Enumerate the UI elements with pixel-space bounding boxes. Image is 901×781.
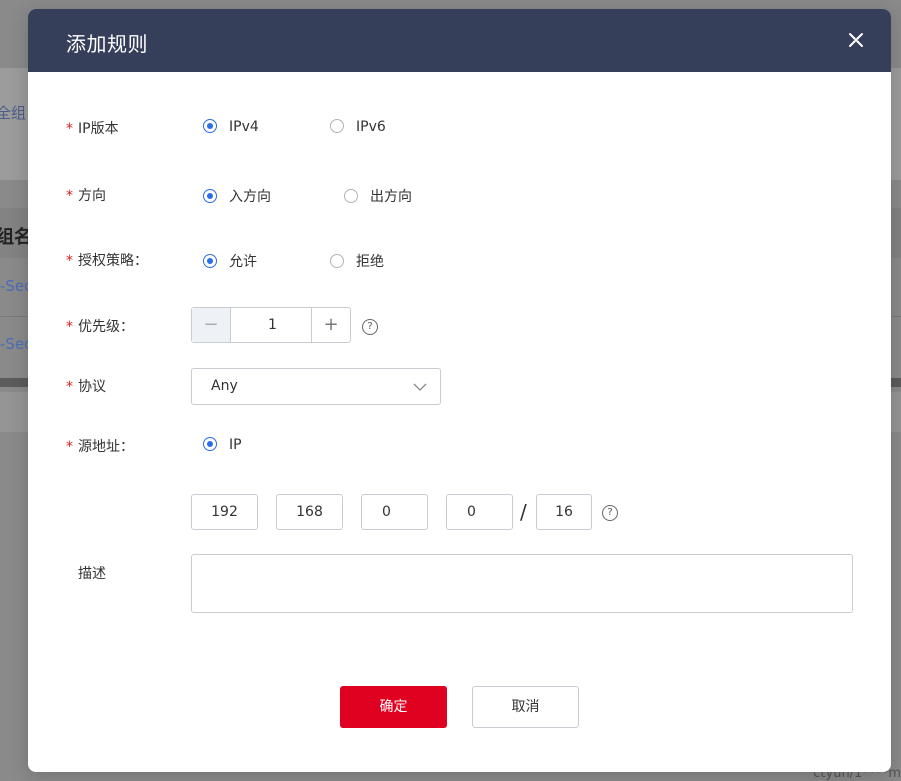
direction-label: * 方向 [66,188,106,204]
help-icon[interactable]: ? [362,319,378,335]
priority-label: * 优先级： [66,319,134,335]
protocol-label: * 协议 [66,379,106,395]
description-textarea[interactable] [191,554,853,613]
required-mark: * [66,319,73,335]
ip-octet-1-input[interactable]: 192 [191,494,258,530]
source-ip-radio[interactable]: IP [203,437,242,453]
add-rule-dialog: 添加规则 * IP版本 IPv4 IPv6 * 方向 入方向 出方向 * 授权策略： … [28,9,891,772]
policy-allow-radio[interactable]: 允许 [203,251,257,271]
ip-octet-2-input[interactable]: 168 [276,494,343,530]
background-tab-fragment: 全组 [0,104,27,122]
policy-deny-radio[interactable]: 拒绝 [330,251,384,271]
policy-label: * 授权策略： [66,253,148,269]
mask-separator: / [520,500,527,524]
radio-checked-icon [203,119,217,133]
radio-label: IP [229,437,242,453]
confirm-button[interactable]: 确定 [340,686,447,728]
protocol-select[interactable]: Any [191,368,441,405]
increment-button[interactable]: + [311,308,350,342]
required-mark: * [66,121,73,137]
required-mark: * [66,253,73,269]
description-label: 描述 [78,566,106,582]
ip-version-ipv4-radio[interactable]: IPv4 [203,119,259,135]
direction-inbound-radio[interactable]: 入方向 [203,186,271,206]
cancel-button[interactable]: 取消 [472,686,579,728]
radio-unchecked-icon [344,189,358,203]
close-button[interactable] [843,27,869,53]
radio-label: 出方向 [370,189,412,205]
ip-version-ipv6-radio[interactable]: IPv6 [330,119,386,135]
ip-octet-4-input[interactable]: 0 [446,494,513,530]
ip-mask-input[interactable]: 16 [536,494,592,530]
help-icon[interactable]: ? [602,505,618,521]
radio-checked-icon [203,189,217,203]
required-mark: * [66,379,73,395]
radio-label: IPv4 [229,119,259,135]
radio-checked-icon [203,254,217,268]
radio-label: 入方向 [229,189,271,205]
radio-label: IPv6 [356,119,386,135]
required-mark: * [66,439,73,455]
close-icon [849,33,863,47]
chevron-down-icon [413,383,427,391]
ip-octet-3-input[interactable]: 0 [361,494,428,530]
protocol-selected-value: Any [211,378,238,394]
ip-version-label: * IP版本 [66,121,119,137]
source-address-label: * 源地址： [66,439,134,455]
radio-unchecked-icon [330,119,344,133]
decrement-button[interactable]: − [192,308,231,342]
dialog-title: 添加规则 [66,32,148,56]
direction-outbound-radio[interactable]: 出方向 [344,186,412,206]
radio-label: 拒绝 [356,254,384,270]
priority-input[interactable]: 1 [231,308,314,342]
radio-label: 允许 [229,254,257,270]
dialog-header: 添加规则 [28,9,891,72]
required-mark: * [66,188,73,204]
radio-checked-icon [203,437,217,451]
priority-stepper: − 1 + [191,307,351,343]
radio-unchecked-icon [330,254,344,268]
